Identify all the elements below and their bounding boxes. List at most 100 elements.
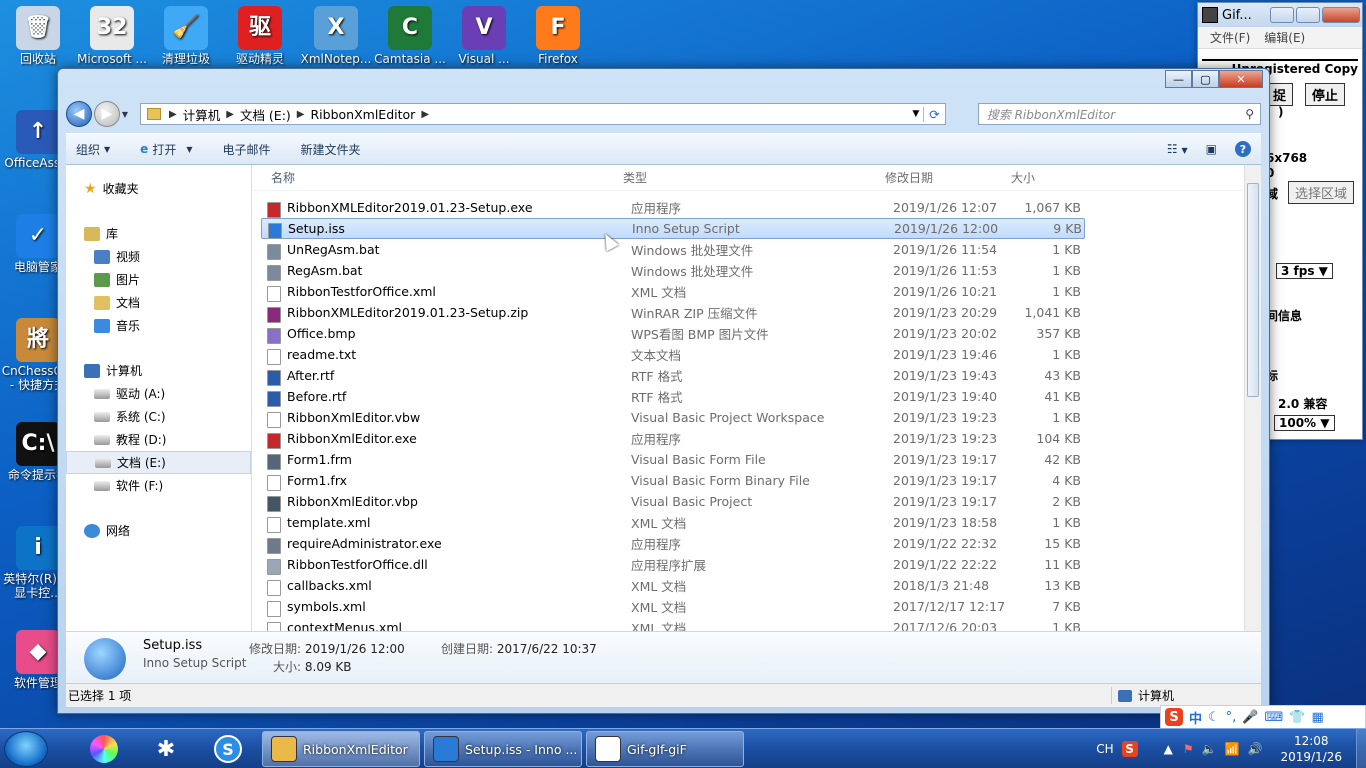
minimize-button[interactable]: —: [1165, 70, 1192, 88]
open-button[interactable]: e 打开 ▼: [140, 141, 192, 158]
disc-app-icon[interactable]: [82, 731, 126, 767]
gif-zoom-select[interactable]: 100% ▼: [1274, 415, 1335, 431]
taskbar-task[interactable]: Setup.iss - Inno ...: [424, 731, 582, 767]
nav-library-item[interactable]: 图片: [66, 268, 251, 291]
desktop-icon[interactable]: 32 Microsoft ...: [74, 6, 150, 66]
file-row[interactable]: Setup.iss Inno Setup Script 2019/1/26 12:0…: [261, 218, 1085, 239]
show-hidden-icons[interactable]: ▲: [1164, 742, 1173, 756]
file-row[interactable]: After.rtf RTF 格式 2019/1/23 19:43 43 KB: [261, 365, 1085, 386]
help-icon[interactable]: ?: [1235, 141, 1251, 157]
new-folder-button[interactable]: 新建文件夹: [301, 141, 361, 158]
desktop-icon[interactable]: V Visual ...: [446, 6, 522, 66]
preview-pane-icon[interactable]: ▣: [1206, 142, 1217, 156]
microphone-icon[interactable]: 🎤: [1242, 710, 1258, 725]
recent-pages-dropdown[interactable]: ▼: [122, 110, 128, 119]
file-row[interactable]: RegAsm.bat Windows 批处理文件 2019/1/26 11:53 1 …: [261, 260, 1085, 281]
nav-drive[interactable]: 系统 (C:): [66, 405, 251, 428]
back-button[interactable]: ◀: [66, 101, 92, 127]
desktop-icon[interactable]: C Camtasia ...: [372, 6, 448, 66]
clock[interactable]: 12:08 2019/1/26: [1266, 733, 1356, 765]
file-row[interactable]: Before.rtf RTF 格式 2019/1/23 19:40 41 KB: [261, 386, 1085, 407]
file-row[interactable]: RibbonXMLEditor2019.01.23-Setup.zip WinRA…: [261, 302, 1085, 323]
file-row[interactable]: Office.bmp WPS看图 BMP 图片文件 2019/1/23 20:02 3…: [261, 323, 1085, 344]
sogou-app-icon[interactable]: S: [206, 731, 250, 767]
address-bar[interactable]: ▶ 计算机 ▶ 文档 (E:) ▶ RibbonXmlEditor ▶ ▼ ⟳: [140, 103, 946, 125]
nav-library-item[interactable]: 文档: [66, 291, 251, 314]
show-desktop-button[interactable]: [1356, 729, 1366, 768]
toolbox-icon[interactable]: ▦: [1311, 710, 1323, 725]
nav-library[interactable]: 库: [66, 222, 251, 245]
search-icon[interactable]: ⚲: [1245, 107, 1254, 121]
desktop-icon[interactable]: 🗑 回收站: [0, 6, 76, 66]
punctuation-icon[interactable]: °,: [1226, 710, 1237, 725]
desktop-icon[interactable]: F Firefox: [520, 6, 596, 66]
taskbar-task[interactable]: RibbonXmlEditor: [262, 731, 420, 767]
file-row[interactable]: symbols.xml XML 文档 2017/12/17 12:17 7 KB: [261, 596, 1085, 617]
desktop-icon[interactable]: 驱驱动精灵: [222, 6, 298, 66]
nav-computer[interactable]: 计算机: [66, 359, 251, 382]
nav-drive[interactable]: 驱动 (A:): [66, 382, 251, 405]
file-row[interactable]: readme.txt 文本文档 2019/1/23 19:46 1 KB: [261, 344, 1085, 365]
desktop-icon[interactable]: X XmlNotep...: [298, 6, 374, 66]
file-row[interactable]: RibbonXmlEditor.vbw Visual Basic Project …: [261, 407, 1085, 428]
file-row[interactable]: UnRegAsm.bat Windows 批处理文件 2019/1/26 11:54…: [261, 239, 1085, 260]
gif-capture-button[interactable]: 捉: [1266, 83, 1294, 106]
file-row[interactable]: callbacks.xml XML 文档 2018/1/3 21:48 13 KB: [261, 575, 1085, 596]
explorer-window[interactable]: — ▢ ✕ ◀ ▶ ▼ ▶ 计算机 ▶ 文档 (E:) ▶ RibbonXmlE…: [57, 68, 1270, 714]
file-row[interactable]: RibbonXMLEditor2019.01.23-Setup.exe 应用程序 2…: [261, 197, 1085, 218]
file-row[interactable]: RibbonTestforOffice.dll 应用程序扩展 2019/1/22 2…: [261, 554, 1085, 575]
desktop-icon[interactable]: 🧹 清理垃圾: [148, 6, 224, 66]
column-type[interactable]: 类型: [623, 169, 885, 186]
column-date[interactable]: 修改日期: [885, 169, 1003, 186]
gif-menu-edit[interactable]: 编辑(E): [1264, 29, 1305, 46]
column-size[interactable]: 大小: [1003, 169, 1073, 186]
breadcrumb-computer[interactable]: 计算机: [183, 105, 221, 124]
column-name[interactable]: 名称: [253, 169, 623, 186]
nav-favorites[interactable]: ★ 收藏夹: [66, 177, 251, 200]
address-dropdown-icon[interactable]: ▼: [912, 109, 919, 119]
file-row[interactable]: RibbonXmlEditor.exe 应用程序 2019/1/23 19:23 10…: [261, 428, 1085, 449]
file-row[interactable]: Form1.frx Visual Basic Form Binary File 20…: [261, 470, 1085, 491]
email-button[interactable]: 电子邮件: [222, 141, 270, 158]
gif-close-button[interactable]: [1322, 7, 1360, 23]
scrollbar-thumb[interactable]: [1247, 183, 1259, 397]
file-row[interactable]: contextMenus.xml XML 文档 2017/12/6 20:03 1 K…: [261, 617, 1085, 631]
maximize-button[interactable]: ▢: [1192, 70, 1219, 88]
refresh-icon[interactable]: ⟳: [923, 106, 944, 122]
view-options-icon[interactable]: ☷ ▼: [1167, 142, 1188, 156]
file-row[interactable]: template.xml XML 文档 2019/1/23 18:58 1 KB: [261, 512, 1085, 533]
file-row[interactable]: RibbonXmlEditor.vbp Visual Basic Project 2…: [261, 491, 1085, 512]
network-signal-icon[interactable]: 📶: [1225, 742, 1240, 756]
gif-stop-button[interactable]: 停止: [1304, 83, 1345, 106]
start-button[interactable]: [4, 731, 48, 767]
volume-icon[interactable]: 🔊: [1248, 742, 1263, 756]
file-row[interactable]: Form1.frm Visual Basic Form File 2019/1/23…: [261, 449, 1085, 470]
organize-button[interactable]: 组织 ▼: [76, 141, 110, 158]
gif-minimize-button[interactable]: [1270, 7, 1294, 23]
nav-drive[interactable]: 教程 (D:): [66, 428, 251, 451]
gif-menu-file[interactable]: 文件(F): [1210, 29, 1250, 46]
breadcrumb-folder[interactable]: RibbonXmlEditor: [311, 107, 416, 122]
keyboard-icon[interactable]: ⌨: [1265, 710, 1284, 725]
taskbar-task[interactable]: Gif-gIf-giF: [586, 731, 744, 767]
nav-network[interactable]: 网络: [66, 519, 251, 542]
nav-library-item[interactable]: 视频: [66, 245, 251, 268]
skin-icon[interactable]: 👕: [1289, 710, 1305, 725]
search-input[interactable]: 搜索 RibbonXmlEditor ⚲: [977, 103, 1262, 125]
vertical-scrollbar[interactable]: [1244, 165, 1261, 631]
nav-drive[interactable]: 文档 (E:): [66, 451, 251, 474]
moon-icon[interactable]: ☾: [1208, 710, 1220, 725]
star-app-icon[interactable]: ✱: [144, 731, 188, 767]
nav-drive[interactable]: 软件 (F:): [66, 474, 251, 497]
nav-library-item[interactable]: 音乐: [66, 314, 251, 337]
breadcrumb-drive[interactable]: 文档 (E:): [240, 105, 291, 124]
speaker-icon[interactable]: 🔈: [1202, 742, 1217, 756]
gif-select-area-button[interactable]: 选择区域: [1288, 181, 1355, 204]
gif-maximize-button[interactable]: [1296, 7, 1320, 23]
tray-lang[interactable]: CH: [1096, 742, 1113, 756]
flag-icon[interactable]: ⚑: [1183, 742, 1194, 756]
file-row[interactable]: requireAdministrator.exe 应用程序 2019/1/22 22…: [261, 533, 1085, 554]
forward-button[interactable]: ▶: [93, 101, 120, 127]
gif-title-bar[interactable]: Gif...: [1198, 3, 1362, 27]
close-button[interactable]: ✕: [1219, 70, 1263, 88]
